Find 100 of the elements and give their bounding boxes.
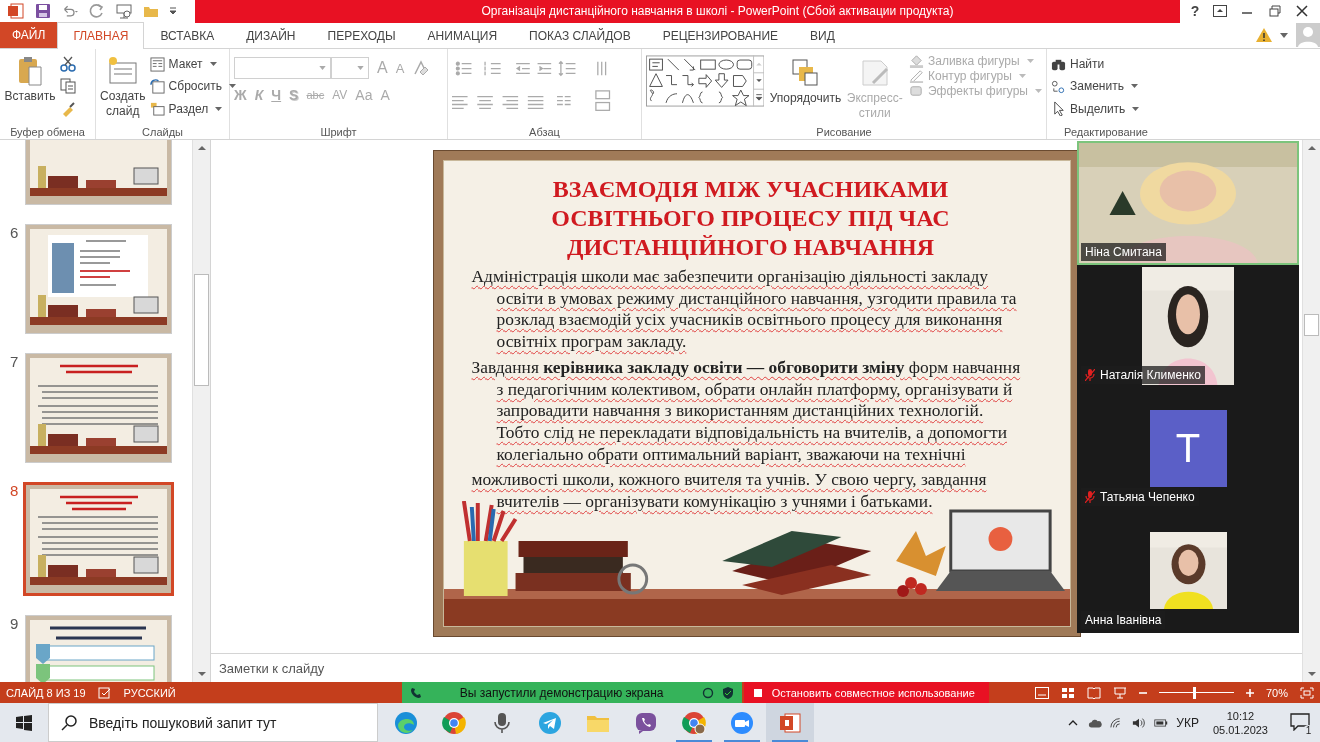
language-indicator[interactable]: РУССКИЙ (117, 686, 182, 699)
paper-plane-icon (538, 710, 562, 735)
editing-command[interactable]: Заменить (1051, 79, 1140, 94)
zoom-level[interactable]: 70% (1265, 686, 1288, 699)
slide-number: 7 (10, 353, 19, 370)
ribbon-tab[interactable]: ГЛАВНАЯ (57, 22, 145, 49)
caret-icon (319, 66, 326, 70)
ribbon-tab[interactable]: АНИМАЦИЯ (411, 22, 514, 49)
ribbon-tab[interactable]: ВИД (794, 22, 851, 49)
slide-thumbnail[interactable] (25, 224, 172, 334)
group-label: Слайды (141, 126, 184, 139)
ribbon-tab[interactable]: ДИЗАЙН (230, 22, 312, 49)
scroll-down-icon[interactable] (196, 670, 207, 678)
slideshow-view-icon[interactable] (1112, 686, 1127, 699)
participant-name: Ніна Смитана (1081, 243, 1166, 261)
shapes-gallery[interactable] (646, 53, 765, 109)
fit-slide-icon[interactable] (1300, 686, 1314, 699)
help-button[interactable]: ? (1190, 3, 1200, 19)
caret-icon (215, 106, 223, 111)
scroll-thumb[interactable] (1304, 314, 1319, 336)
caret-icon (357, 66, 364, 70)
arrange-button[interactable]: Упорядочить (770, 51, 841, 106)
caret-icon (1018, 73, 1026, 78)
scrollbar[interactable] (1302, 140, 1320, 682)
new-slide-button[interactable]: Создать слайд (100, 51, 146, 126)
slide-thumbnail[interactable] (25, 353, 172, 463)
window-title: Організація дистанційного навчання в школі - PowerPoint (Сбой активации продукта) (481, 4, 954, 18)
reading-view-icon[interactable] (1086, 686, 1101, 699)
avatar: Т (1149, 409, 1227, 487)
browser-profile-icon (682, 710, 706, 735)
notifications-button[interactable]: 1 (1290, 712, 1312, 733)
wave-browser-icon (394, 710, 418, 735)
participant-tile[interactable]: Т Татьяна Чепенко (1077, 387, 1299, 511)
slide-paragraph: можливості школи, кожного вчителя та учнів. У свою чергу, завдання вчителів — організувати комунікацію з учнями і батьками. (471, 469, 988, 513)
paste-button[interactable]: Вставить (4, 51, 56, 126)
share-banner: Вы запустили демонстрацию экрана (401, 682, 742, 703)
copy-icon[interactable] (60, 78, 76, 95)
battery-icon[interactable] (1154, 716, 1169, 729)
ribbon-tab[interactable]: РЕЦЕНЗИРОВАНИЕ (646, 22, 795, 49)
participant-tile[interactable]: Анна Іванівна (1077, 510, 1299, 633)
editing-command[interactable]: Найти (1051, 56, 1140, 72)
ribbon-display-icon[interactable] (1212, 5, 1227, 17)
running-indicator (724, 740, 760, 742)
zoom-slider[interactable] (1158, 686, 1234, 699)
replace-icon (1051, 79, 1066, 94)
slide-number: 8 (10, 482, 19, 499)
slide-number: 6 (10, 224, 19, 241)
taskbar-search-field[interactable]: Введіть пошуковий запит тут (48, 703, 378, 742)
warning-icon[interactable] (1256, 28, 1272, 42)
editing-command[interactable]: Выделить (1051, 101, 1140, 117)
phone-icon (409, 686, 422, 699)
redo-icon[interactable] (89, 3, 105, 19)
presentation-app-icon (778, 710, 802, 735)
slide-counter: СЛАЙД 8 ИЗ 19 (5, 686, 87, 699)
scroll-up-icon[interactable] (1306, 144, 1317, 152)
cursor-icon (1051, 101, 1066, 117)
close-icon[interactable] (1295, 5, 1310, 17)
ribbon-tab[interactable]: ВСТАВКА (144, 22, 231, 49)
zoom-in-icon[interactable] (1245, 688, 1254, 697)
participant-tile[interactable]: Наталія Клименко (1077, 265, 1299, 388)
slide-thumbnail[interactable] (23, 482, 174, 596)
scrollbar[interactable] (192, 140, 210, 682)
cut-icon[interactable] (60, 56, 76, 73)
customize-caret-icon[interactable] (170, 6, 176, 16)
slide-command[interactable]: Раздел (149, 101, 236, 117)
undo-icon[interactable] (62, 3, 78, 19)
ribbon-tab[interactable]: ПОКАЗ СЛАЙДОВ (513, 22, 647, 49)
clock[interactable]: 10:12 05.01.2023 (1206, 708, 1274, 737)
restore-icon[interactable] (1267, 5, 1282, 17)
normal-view-icon[interactable] (1060, 686, 1075, 699)
caret-icon (1026, 58, 1034, 63)
group-label: Шрифт (319, 126, 358, 139)
video-camera-icon (730, 710, 754, 735)
layout-icon (149, 56, 165, 72)
input-language[interactable]: УКР (1176, 715, 1199, 730)
slide-command[interactable]: Макет (149, 56, 236, 72)
scroll-thumb[interactable] (194, 274, 209, 386)
speaker-icon[interactable] (1132, 716, 1147, 729)
caret-icon (209, 62, 217, 67)
zoom-slider-thumb[interactable] (1193, 686, 1197, 699)
font-size-field[interactable] (331, 57, 369, 79)
save-icon[interactable] (35, 3, 51, 19)
scroll-down-icon[interactable] (1306, 670, 1317, 678)
caret-icon (1132, 106, 1140, 111)
ribbon-tab[interactable]: ПЕРЕХОДЫ (311, 22, 412, 49)
slide-title: ВЗАЄМОДІЯ МІЖ УЧАСНИКАМИ ОСВІТНЬОГО ПРОЦЕСУ ПІД ЧАС ДИСТАНЦІЙНОГО НАВЧАННЯ (550, 175, 951, 262)
slide-command[interactable]: Сбросить (149, 79, 236, 94)
scroll-up-icon[interactable] (196, 144, 207, 152)
notes-view-icon[interactable] (1034, 686, 1049, 699)
slideshow-icon[interactable] (116, 3, 132, 19)
section-icon (149, 101, 165, 117)
participant-tile[interactable]: Ніна Смитана (1077, 141, 1299, 265)
spellcheck-icon[interactable] (97, 686, 112, 699)
taskbar-app[interactable] (766, 703, 814, 742)
stop-share-button[interactable]: Остановить совместное использование (743, 682, 989, 703)
file-tab[interactable]: ФАЙЛ (0, 22, 58, 48)
caret-icon[interactable] (1280, 32, 1288, 38)
effects-icon (909, 83, 924, 98)
caret-icon (1130, 84, 1138, 89)
start-icon[interactable] (16, 714, 32, 731)
